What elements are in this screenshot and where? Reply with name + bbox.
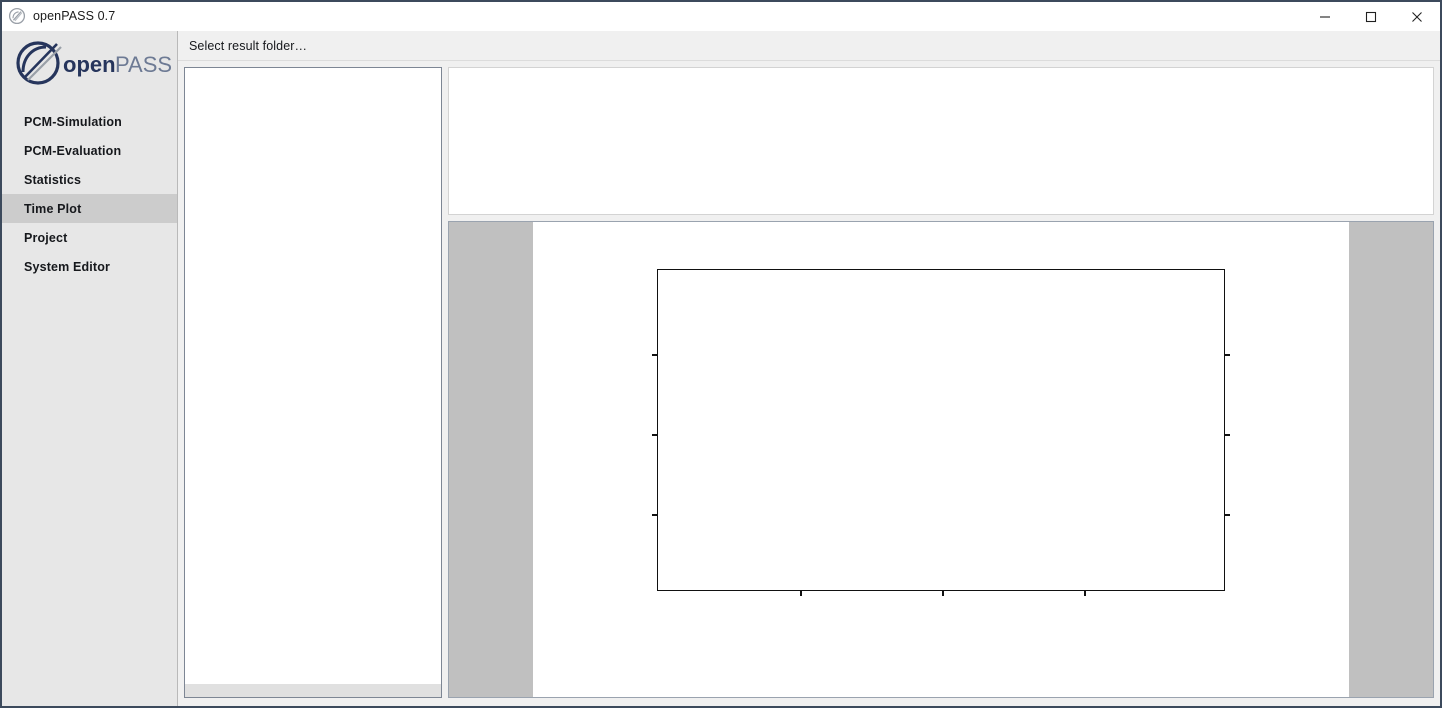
- sidebar-item-pcm-evaluation[interactable]: PCM-Evaluation: [2, 136, 177, 165]
- figure-canvas[interactable]: [533, 222, 1349, 697]
- sidebar-nav-list: PCM-Simulation PCM-Evaluation Statistics…: [2, 107, 177, 281]
- sidebar-item-project[interactable]: Project: [2, 223, 177, 252]
- plot-legend-panel[interactable]: [448, 67, 1434, 215]
- sidebar-item-system-editor[interactable]: System Editor: [2, 252, 177, 281]
- result-list-horizontal-scrollbar[interactable]: [185, 684, 441, 697]
- brand-text-open: open: [63, 52, 116, 77]
- plot-column: [448, 67, 1434, 698]
- sidebar-item-time-plot[interactable]: Time Plot: [2, 194, 177, 223]
- y-axis-tick-right: [1224, 354, 1230, 356]
- sidebar-item-label: Time Plot: [24, 201, 82, 216]
- openpass-logo-icon: [8, 7, 26, 25]
- maximize-button[interactable]: [1348, 2, 1394, 31]
- title-bar: openPASS 0.7: [2, 2, 1440, 31]
- sidebar-item-label: PCM-Simulation: [24, 114, 122, 129]
- sidebar-item-statistics[interactable]: Statistics: [2, 165, 177, 194]
- plot-panel: [448, 221, 1434, 698]
- window-controls: [1302, 2, 1440, 31]
- sidebar-item-label: System Editor: [24, 259, 111, 274]
- work-area: [178, 61, 1440, 706]
- x-axis-tick: [800, 590, 802, 596]
- result-list[interactable]: [185, 68, 441, 684]
- select-result-folder-button[interactable]: Select result folder…: [178, 35, 316, 57]
- sidebar: open PASS PCM-Simulation PCM-Evaluation …: [2, 31, 178, 706]
- toolbar: Select result folder…: [178, 31, 1440, 61]
- window-title: openPASS 0.7: [33, 9, 116, 23]
- sidebar-item-pcm-simulation[interactable]: PCM-Simulation: [2, 107, 177, 136]
- y-axis-tick-left: [652, 434, 658, 436]
- brand-text-pass: PASS: [115, 52, 171, 77]
- sidebar-item-label: PCM-Evaluation: [24, 143, 122, 158]
- y-axis-tick-right: [1224, 434, 1230, 436]
- application-window: openPASS 0.7 open PASS PCM-Simulation PC…: [0, 0, 1442, 708]
- y-axis-tick-right: [1224, 514, 1230, 516]
- content-area: Select result folder…: [178, 31, 1440, 706]
- plot-axes-box: [652, 269, 1230, 596]
- close-button[interactable]: [1394, 2, 1440, 31]
- result-list-panel: [184, 67, 442, 698]
- sidebar-item-label: Project: [24, 230, 68, 245]
- minimize-button[interactable]: [1302, 2, 1348, 31]
- y-axis-tick-left: [652, 354, 658, 356]
- sidebar-item-label: Statistics: [24, 172, 82, 187]
- brand-logo: open PASS: [2, 31, 177, 93]
- x-axis-tick: [1084, 590, 1086, 596]
- window-body: open PASS PCM-Simulation PCM-Evaluation …: [2, 31, 1440, 706]
- x-axis-tick: [942, 590, 944, 596]
- y-axis-tick-left: [652, 514, 658, 516]
